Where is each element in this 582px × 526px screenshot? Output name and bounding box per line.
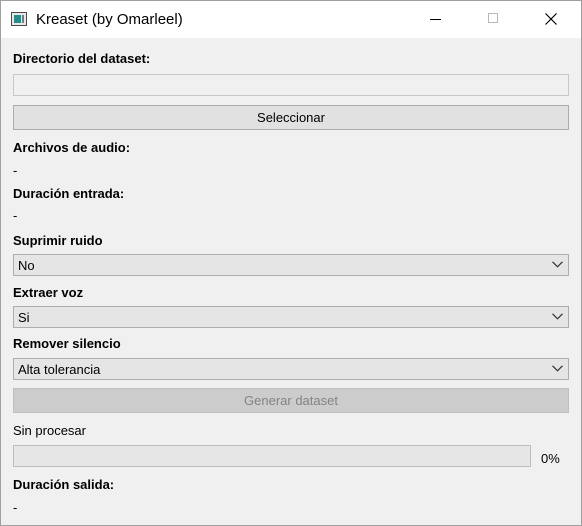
close-button[interactable] [523, 1, 581, 38]
minimize-icon [430, 19, 441, 20]
generate-dataset-button[interactable]: Generar dataset [13, 388, 569, 413]
maximize-icon [488, 13, 498, 23]
progress-bar [13, 445, 531, 467]
chevron-down-icon [552, 313, 563, 320]
silence-select-value: Alta tolerancia [18, 362, 101, 377]
dataset-dir-field[interactable] [13, 74, 569, 96]
maximize-button[interactable] [465, 1, 523, 38]
voice-select-value: Si [18, 310, 30, 325]
minimize-button[interactable] [407, 1, 465, 38]
voice-label: Extraer voz [13, 285, 84, 300]
progress-percent: 0% [541, 451, 560, 466]
chevron-down-icon [552, 261, 563, 268]
audio-files-value: - [13, 163, 18, 178]
title-bar[interactable]: Kreaset (by Omarleel) [1, 1, 581, 38]
output-duration-value: - [13, 500, 18, 515]
app-window-icon [11, 12, 27, 26]
silence-select[interactable]: Alta tolerancia [13, 358, 569, 380]
noise-label: Suprimir ruido [13, 233, 103, 248]
dataset-dir-label: Directorio del dataset: [13, 51, 151, 66]
window-title: Kreaset (by Omarleel) [36, 11, 183, 28]
close-icon [545, 13, 557, 25]
silence-label: Remover silencio [13, 336, 121, 351]
voice-select[interactable]: Si [13, 306, 569, 328]
input-duration-value: - [13, 208, 18, 223]
main-window: Kreaset (by Omarleel) Directorio del dat… [0, 0, 582, 526]
input-duration-label: Duración entrada: [13, 186, 125, 201]
chevron-down-icon [552, 365, 563, 372]
audio-files-label: Archivos de audio: [13, 140, 131, 155]
select-dir-button[interactable]: Seleccionar [13, 105, 569, 130]
output-duration-label: Duración salida: [13, 477, 115, 492]
noise-select[interactable]: No [13, 254, 569, 276]
noise-select-value: No [18, 258, 35, 273]
status-label: Sin procesar [13, 423, 86, 438]
